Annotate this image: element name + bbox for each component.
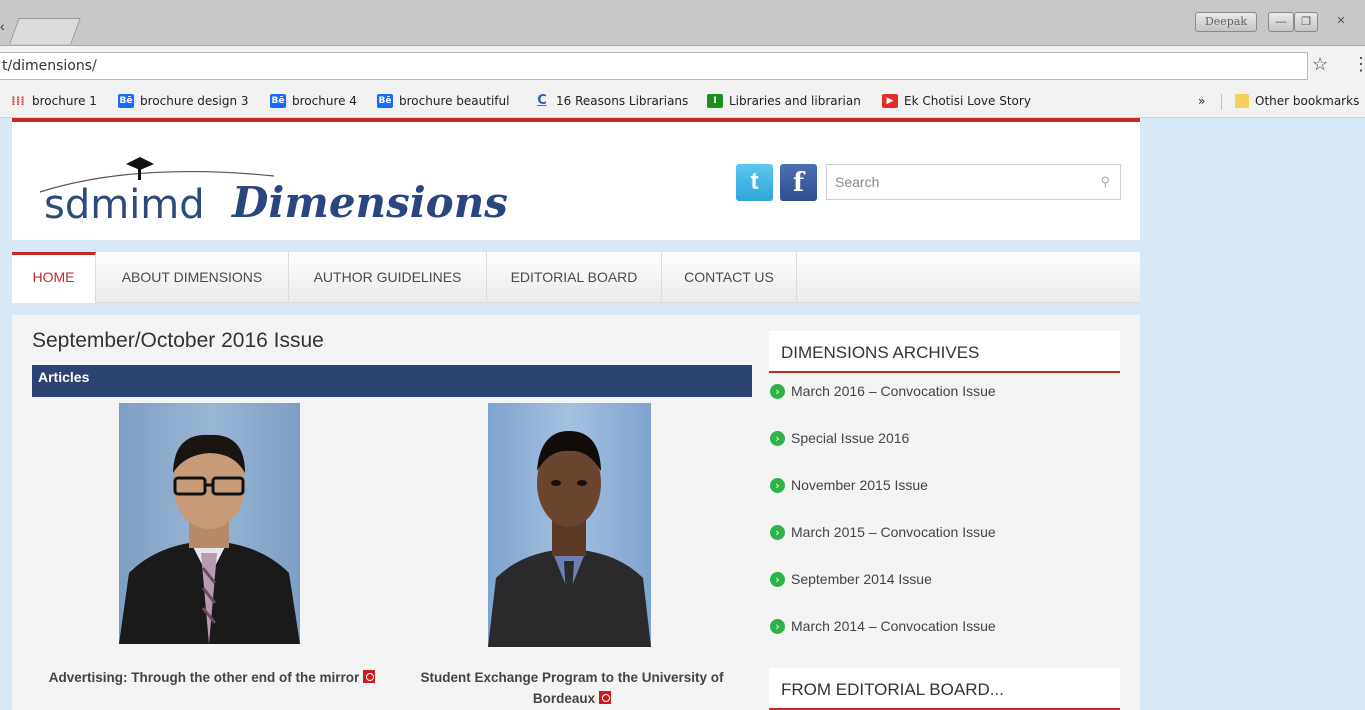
bookmark-star-icon[interactable]: ☆ xyxy=(1312,54,1328,75)
close-window-button[interactable]: ✕ xyxy=(1326,12,1356,32)
logo-sdmimd-text: sdmimd xyxy=(44,182,205,228)
new-tab-button[interactable] xyxy=(9,18,81,44)
articles-section-header: Articles xyxy=(32,365,752,397)
site-logo[interactable]: sdmimd Dimensions xyxy=(34,152,508,232)
pdf-icon[interactable] xyxy=(599,691,612,704)
bookmark-item[interactable]: I Libraries and librarian xyxy=(707,94,861,108)
archive-link[interactable]: › March 2014 – Convocation Issue xyxy=(770,618,1120,665)
bookmark-label: 16 Reasons Librarians xyxy=(556,94,689,108)
maximize-button[interactable]: ❐ xyxy=(1294,12,1318,32)
bookmark-item[interactable]: ⁞⁞⁞ brochure 1 xyxy=(10,94,97,108)
bookmark-item[interactable]: Bē brochure beautiful xyxy=(377,94,509,108)
bookmark-item[interactable]: Bē brochure 4 xyxy=(270,94,357,108)
youtube-icon: ▶ xyxy=(882,94,898,108)
library-icon: I xyxy=(707,94,723,108)
address-bar: t/dimensions/ ☆ ⋮ xyxy=(0,46,1365,86)
circle-arrow-icon: › xyxy=(770,619,785,634)
twitter-icon[interactable]: t xyxy=(736,164,773,201)
archive-label: Special Issue 2016 xyxy=(791,430,910,446)
browser-tabstrip: ‹ Deepak — ❐ ✕ xyxy=(0,0,1365,46)
nav-home[interactable]: HOME xyxy=(12,252,96,303)
archive-label: March 2014 – Convocation Issue xyxy=(791,618,996,634)
bookmark-label: brochure 4 xyxy=(292,94,357,108)
nav-author-guidelines[interactable]: AUTHOR GUIDELINES xyxy=(289,252,487,303)
archives-widget-title: DIMENSIONS ARCHIVES xyxy=(769,331,1120,373)
main-content: September/October 2016 Issue Articles Ad… xyxy=(12,315,1140,710)
bookmark-item[interactable]: Bē brochure design 3 xyxy=(118,94,249,108)
bookmarks-bar: ⁞⁞⁞ brochure 1 Bē brochure design 3 Bē b… xyxy=(0,86,1365,118)
other-bookmarks-button[interactable]: Other bookmarks xyxy=(1235,94,1359,108)
circle-arrow-icon: › xyxy=(770,384,785,399)
circle-arrow-icon: › xyxy=(770,431,785,446)
behance-icon: Bē xyxy=(118,94,134,108)
bookmark-item[interactable]: C 16 Reasons Librarians xyxy=(534,93,689,109)
archives-list: › March 2016 – Convocation Issue › Speci… xyxy=(770,383,1120,665)
article-photo[interactable] xyxy=(119,403,300,644)
pdf-icon[interactable] xyxy=(363,670,376,683)
article-title: Advertising: Through the other end of th… xyxy=(48,670,360,685)
search-box: ⚲ xyxy=(826,164,1121,200)
facebook-icon[interactable]: f xyxy=(780,164,817,201)
behance-icon: Bē xyxy=(270,94,286,108)
nav-gap xyxy=(12,303,1140,315)
bookmark-label: brochure 1 xyxy=(32,94,97,108)
tab-scroll-left-icon[interactable]: ‹ xyxy=(0,18,5,34)
page: sdmimd Dimensions t f ⚲ HOME ABOUT DIMEN… xyxy=(12,118,1140,710)
article-photo[interactable] xyxy=(488,403,651,647)
profile-button[interactable]: Deepak xyxy=(1195,12,1257,32)
bookmark-label: brochure beautiful xyxy=(399,94,510,108)
folder-icon xyxy=(1235,94,1249,108)
circle-arrow-icon: › xyxy=(770,478,785,493)
article-title: Student Exchange Program to the Universi… xyxy=(420,670,724,706)
apps-icon: ⁞⁞⁞ xyxy=(11,94,25,108)
archive-label: March 2015 – Convocation Issue xyxy=(791,524,996,540)
bookmarks-divider xyxy=(1221,94,1222,110)
minimize-button[interactable]: — xyxy=(1268,12,1294,32)
bookmark-item[interactable]: ▶ Ek Chotisi Love Story xyxy=(882,94,1031,108)
search-input[interactable] xyxy=(827,165,1077,199)
article-title-link[interactable]: Student Exchange Program to the Universi… xyxy=(397,667,747,709)
nav-about-dimensions[interactable]: ABOUT DIMENSIONS xyxy=(96,252,289,303)
bookmark-label: brochure design 3 xyxy=(140,94,249,108)
archive-label: March 2016 – Convocation Issue xyxy=(791,383,996,399)
nav-editorial-board[interactable]: EDITORIAL BOARD xyxy=(487,252,662,303)
browser-menu-icon[interactable]: ⋮ xyxy=(1352,54,1365,75)
editorial-widget-title: FROM EDITORIAL BOARD... xyxy=(769,668,1120,710)
main-nav: HOME ABOUT DIMENSIONS AUTHOR GUIDELINES … xyxy=(12,252,1140,303)
circle-arrow-icon: › xyxy=(770,572,785,587)
nav-contact-us[interactable]: CONTACT US xyxy=(662,252,797,303)
archive-link[interactable]: › March 2016 – Convocation Issue xyxy=(770,383,1120,430)
search-icon[interactable]: ⚲ xyxy=(1100,174,1110,190)
archive-link[interactable]: › March 2015 – Convocation Issue xyxy=(770,524,1120,571)
behance-icon: Bē xyxy=(377,94,393,108)
url-input[interactable]: t/dimensions/ xyxy=(0,52,1308,80)
bookmark-label: Ek Chotisi Love Story xyxy=(904,94,1031,108)
circle-arrow-icon: › xyxy=(770,525,785,540)
other-bookmarks-label: Other bookmarks xyxy=(1255,94,1360,108)
archive-label: November 2015 Issue xyxy=(791,477,928,493)
bookmarks-overflow-button[interactable]: » xyxy=(1198,94,1205,108)
bookmark-label: Libraries and librarian xyxy=(729,94,861,108)
archive-link[interactable]: › November 2015 Issue xyxy=(770,477,1120,524)
header-gap xyxy=(12,240,1140,252)
logo-dimensions-text: Dimensions xyxy=(232,178,508,227)
archive-link[interactable]: › September 2014 Issue xyxy=(770,571,1120,618)
archive-link[interactable]: › Special Issue 2016 xyxy=(770,430,1120,477)
article-title-link[interactable]: Advertising: Through the other end of th… xyxy=(47,667,377,688)
page-title: September/October 2016 Issue xyxy=(32,329,324,352)
c-site-icon: C xyxy=(537,93,547,108)
site-header: sdmimd Dimensions t f ⚲ xyxy=(12,122,1140,240)
archive-label: September 2014 Issue xyxy=(791,571,932,587)
